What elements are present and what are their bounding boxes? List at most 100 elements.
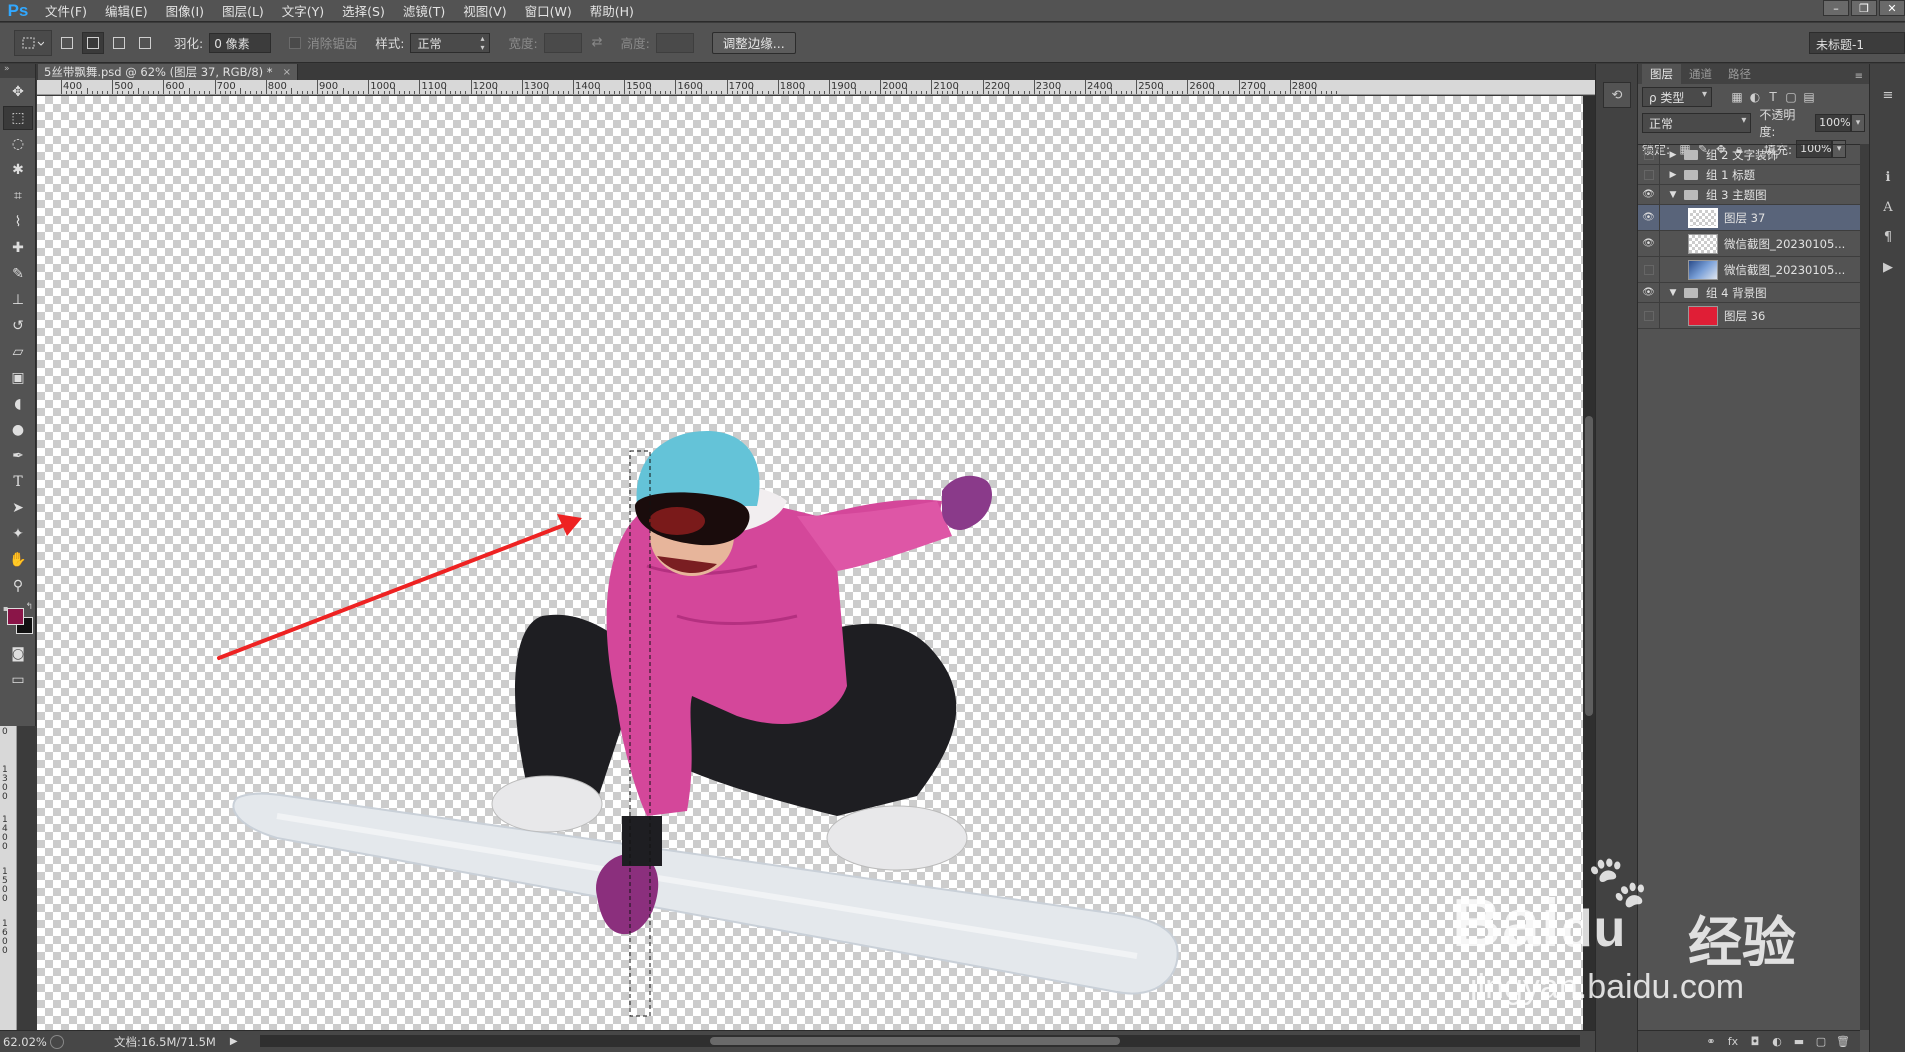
screen-mode-icon[interactable]: ▭ [3,668,33,692]
tab-channels[interactable]: 通道 [1681,64,1720,84]
link-layers-icon[interactable]: ⚭ [1700,1035,1722,1048]
visibility-toggle[interactable]: 👁︎ [1638,205,1660,230]
layer-row-group-4[interactable]: 👁︎ ▼ 组 4 背景图 [1638,283,1860,303]
tool-preset-picker[interactable] [14,29,52,56]
shape-tool-icon[interactable]: ✦ [3,522,33,546]
refine-edge-button[interactable]: 调整边缘... [711,31,796,54]
zoom-level[interactable]: 62.02% [0,1035,47,1049]
visibility-toggle[interactable] [1638,145,1660,164]
blur-tool-icon[interactable]: ◖ [3,392,33,416]
eraser-tool-icon[interactable]: ▱ [3,340,33,364]
actions-panel-icon[interactable]: ▶ [1874,254,1902,280]
menu-image[interactable]: 图像(I) [157,0,213,22]
visibility-toggle[interactable]: 👁︎ [1638,283,1660,302]
collapse-arrow-icon[interactable]: ▼ [1666,190,1680,200]
clone-stamp-tool-icon[interactable]: ⊥ [3,288,33,312]
lasso-tool-icon[interactable]: ◌ [3,132,33,156]
expand-arrow-icon[interactable]: ▶ [1666,170,1680,180]
adjustments-icon[interactable]: ≡ [1874,82,1902,108]
filter-shape-icon[interactable]: ▢ [1782,90,1800,104]
filter-pixel-icon[interactable]: ▦ [1728,90,1746,104]
panel-menu-icon[interactable]: ≡ [1849,69,1869,84]
filter-smart-object-icon[interactable]: ▤ [1800,90,1818,104]
paragraph-panel-icon[interactable]: ¶ [1874,224,1902,250]
visibility-toggle[interactable] [1638,165,1660,184]
layer-row-group-3[interactable]: 👁︎ ▼ 组 3 主题图 [1638,185,1860,205]
width-input[interactable] [543,32,582,53]
new-group-icon[interactable]: ▬ [1788,1035,1810,1048]
document-tab[interactable]: 5丝带飘舞.psd @ 62% (图层 37, RGB/8) * × [38,64,298,80]
layer-row-wechat-screenshot-1[interactable]: 👁︎ 微信截图_20230105... [1638,231,1860,257]
gradient-tool-icon[interactable]: ▣ [3,366,33,390]
layer-style-icon[interactable]: fx [1722,1035,1744,1048]
layer-row-group-2[interactable]: ▶ 组 2 文字装饰 [1638,145,1860,165]
menu-view[interactable]: 视图(V) [454,0,515,22]
selection-intersect-button[interactable] [134,32,156,54]
visibility-toggle[interactable]: 👁︎ [1638,231,1660,256]
close-button[interactable]: ✕ [1879,0,1905,16]
filter-adjustment-icon[interactable]: ◐ [1746,90,1764,104]
menu-select[interactable]: 选择(S) [333,0,394,22]
layer-row-group-1[interactable]: ▶ 组 1 标题 [1638,165,1860,185]
canvas[interactable] [37,96,1583,1030]
workspace-select[interactable]: 未标题-1 [1809,32,1905,54]
character-panel-icon[interactable]: A [1874,194,1902,220]
layer-filter-select[interactable]: ρ 类型 [1642,87,1712,107]
horizontal-scrollbar[interactable] [260,1035,1580,1047]
magic-wand-tool-icon[interactable]: ✱ [3,158,33,182]
height-input[interactable] [655,32,694,53]
style-select[interactable]: 正常 [410,32,491,53]
selection-subtract-button[interactable] [108,32,130,54]
antialias-checkbox[interactable]: 消除锯齿 [289,33,357,52]
menu-filter[interactable]: 滤镜(T) [394,0,454,22]
zoom-tool-icon[interactable]: ⚲ [3,574,33,598]
opacity-dropdown-icon[interactable]: ▾ [1851,114,1865,132]
move-tool-icon[interactable]: ✥ [3,80,33,104]
tab-paths[interactable]: 路径 [1720,64,1759,84]
swap-colors-icon[interactable]: ↰ [25,602,33,612]
rect-marquee-tool-icon[interactable]: ⬚ [3,106,33,130]
visibility-toggle[interactable] [1638,257,1660,282]
swap-icon[interactable]: ⇄ [592,35,603,50]
foreground-color-swatch[interactable] [7,608,24,625]
restore-button[interactable]: ❐ [1851,0,1877,16]
dodge-tool-icon[interactable]: ● [3,418,33,442]
horizontal-scroll-thumb[interactable] [710,1037,1120,1045]
quick-mask-icon[interactable]: ◙ [3,642,33,666]
new-layer-icon[interactable]: ▢ [1810,1035,1832,1048]
pen-tool-icon[interactable]: ✒ [3,444,33,468]
delete-layer-icon[interactable]: 🗑︎ [1832,1035,1854,1048]
menu-type[interactable]: 文字(Y) [273,0,333,22]
layer-row-wechat-screenshot-2[interactable]: 微信截图_20230105... [1638,257,1860,283]
brush-tool-icon[interactable]: ✎ [3,262,33,286]
collapse-arrow-icon[interactable]: ▼ [1666,288,1680,298]
path-selection-tool-icon[interactable]: ➤ [3,496,33,520]
menu-edit[interactable]: 编辑(E) [96,0,157,22]
hand-tool-icon[interactable]: ✋ [3,548,33,572]
blend-mode-select[interactable]: 正常 [1642,113,1752,133]
close-tab-icon[interactable]: × [283,67,291,78]
expand-arrow-icon[interactable]: ▶ [1666,150,1680,160]
status-menu-arrow-icon[interactable]: ▶ [230,1036,238,1047]
document-info[interactable]: 文档:16.5M/71.5M [114,1034,216,1050]
menu-file[interactable]: 文件(F) [36,0,96,22]
menu-window[interactable]: 窗口(W) [516,0,581,22]
layer-row-layer-36[interactable]: 图层 36 [1638,303,1860,329]
minimize-button[interactable]: – [1823,0,1849,16]
adjustment-layer-icon[interactable]: ◐ [1766,1035,1788,1048]
healing-brush-tool-icon[interactable]: ✚ [3,236,33,260]
history-panel-icon[interactable]: ⟲ [1603,82,1631,108]
menu-layer[interactable]: 图层(L) [213,0,273,22]
feather-input[interactable]: 0 像素 [209,32,272,53]
visibility-toggle[interactable]: 👁︎ [1638,185,1660,204]
tab-layers[interactable]: 图层 [1642,64,1681,84]
vertical-scroll-thumb[interactable] [1585,416,1593,716]
selection-new-button[interactable] [56,32,78,54]
toolbox-header[interactable]: » [0,64,35,78]
visibility-toggle[interactable] [1638,303,1660,328]
filter-type-icon[interactable]: T [1764,90,1782,104]
eyedropper-tool-icon[interactable]: ⌇ [3,210,33,234]
type-tool-icon[interactable]: T [3,470,33,494]
history-brush-tool-icon[interactable]: ↺ [3,314,33,338]
layer-row-layer-37[interactable]: 👁︎ 图层 37 [1638,205,1860,231]
